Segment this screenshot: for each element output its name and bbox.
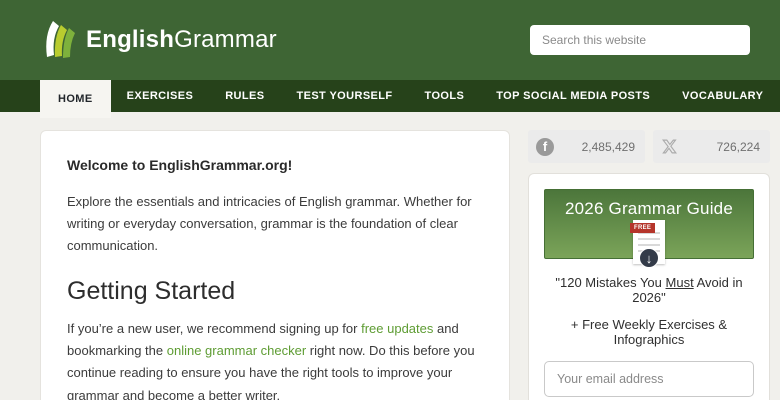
p1-text-1: If you’re a new user, we recommend signi… [67,321,362,337]
email-input[interactable] [544,361,754,397]
logo-text-regular: Grammar [174,26,277,53]
logo-book-icon [42,17,78,64]
welcome-heading: Welcome to EnglishGrammar.org! [67,157,293,173]
content-area: Welcome to EnglishGrammar.org! Explore t… [0,112,780,400]
nav-item-top-social-media-posts[interactable]: TOP SOCIAL MEDIA POSTS [480,80,666,112]
logo-text-bold: English [86,26,175,53]
nav-item-test-yourself[interactable]: TEST YOURSELF [280,80,408,112]
x-counter[interactable]: 726,224 [653,130,770,163]
paragraph-1: If you’re a new user, we recommend signi… [67,318,483,400]
facebook-count: 2,485,429 [581,139,635,154]
nav-item-exercises[interactable]: EXERCISES [111,80,210,112]
nav-item-rules[interactable]: RULES [209,80,280,112]
main-article: Welcome to EnglishGrammar.org! Explore t… [40,130,510,400]
promo-quote: "120 Mistakes You Must Avoid in 2026" [555,275,743,305]
online-grammar-checker-link[interactable]: online grammar checker [167,343,306,358]
social-counters: f 2,485,429 726,224 [528,130,770,163]
sidebar: f 2,485,429 726,224 2026 Grammar Guide F… [528,130,770,400]
getting-started-heading: Getting Started [67,277,236,306]
banner-title: 2026 Grammar Guide [564,199,733,218]
main-nav: HOME EXERCISES RULES TEST YOURSELF TOOLS… [0,80,780,118]
search-input[interactable] [530,25,750,55]
download-arrow-icon: ↓ [639,248,659,268]
intro-paragraph: Explore the essentials and intricacies o… [67,194,472,254]
facebook-icon: f [536,137,554,156]
nav-item-tools[interactable]: TOOLS [409,80,481,112]
pdf-document-icon: FREE ↓ [630,220,667,268]
nav-item-home[interactable]: HOME [40,80,111,118]
grammar-guide-banner[interactable]: 2026 Grammar Guide FREE ↓ [544,189,754,268]
facebook-counter[interactable]: f 2,485,429 [528,130,645,163]
logo-text: EnglishGrammar [86,26,277,54]
x-count: 726,224 [716,139,760,154]
promo-subline: + Free Weekly Exercises & Infographics [570,317,728,347]
promo-quote-underline: Must [665,275,694,290]
site-logo[interactable]: EnglishGrammar [42,17,277,64]
free-updates-link[interactable]: free updates [361,321,433,336]
x-icon [661,138,678,155]
grammar-guide-promo: 2026 Grammar Guide FREE ↓ "120 Mistakes … [528,173,770,400]
site-header: EnglishGrammar [0,0,780,80]
free-ribbon: FREE [630,223,656,233]
nav-item-vocabulary[interactable]: VOCABULARY [666,80,779,112]
